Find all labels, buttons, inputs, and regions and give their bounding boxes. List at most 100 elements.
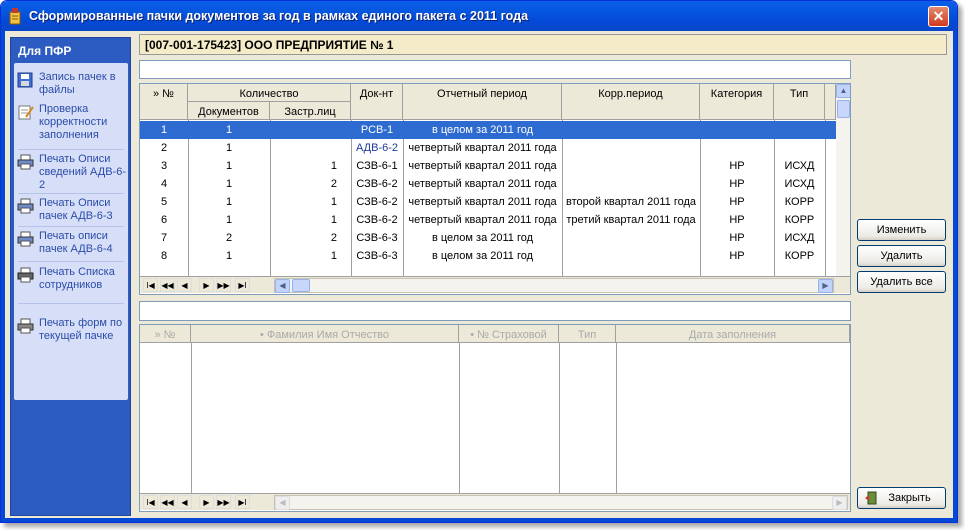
cell-insured: 1 xyxy=(330,160,337,172)
nav-prev-page-button[interactable]: ◀◀ xyxy=(160,278,175,292)
grid-line xyxy=(459,343,460,493)
left-panel-body: Запись пачек в файлы Проверка корректнос… xyxy=(14,63,128,400)
cell-type: ИСХД xyxy=(784,160,815,172)
print-forms-current-pack-link[interactable]: Печать форм по текущей пачке xyxy=(17,317,127,343)
print-adv-6-2-link[interactable]: Печать Описи сведений АДВ-6-2 xyxy=(17,153,127,192)
cell-type xyxy=(774,139,825,157)
cell-doc: СЗВ-6-3 xyxy=(356,250,398,262)
nav-next-button[interactable]: ▶ xyxy=(199,495,214,509)
delete-button[interactable]: Удалить xyxy=(857,245,946,267)
check-correctness-link[interactable]: Проверка корректности заполнения xyxy=(17,103,127,142)
col-header-fio[interactable]: • Фамилия Имя Отчество xyxy=(191,325,459,343)
cell-doc: АДВ-6-2 xyxy=(355,142,399,154)
col-header-quantity[interactable]: Количество xyxy=(188,84,351,102)
cell-category: НР xyxy=(729,214,745,226)
delete-all-button[interactable]: Удалить все xyxy=(857,271,946,293)
nav-next-page-button[interactable]: ▶▶ xyxy=(216,495,231,509)
cell-num: 8 xyxy=(160,250,168,262)
vertical-scrollbar[interactable]: ▲ xyxy=(836,84,850,276)
scroll-up-icon[interactable]: ▲ xyxy=(836,84,850,98)
window-title: Сформированные пачки документов за год в… xyxy=(29,9,529,23)
cell-num: 5 xyxy=(160,196,168,208)
col-header-doc[interactable]: Док-нт xyxy=(351,84,403,120)
scroll-right-icon[interactable]: ▶ xyxy=(832,496,847,510)
cell-docs: 1 xyxy=(225,124,233,136)
employees-nav-bar: I◀ ◀◀ ◀ ▶ ▶▶ ▶I ◀ ▶ xyxy=(140,493,850,510)
nav-prev-button[interactable]: ◀ xyxy=(177,278,192,292)
left-task-panel: Для ПФР Запись пачек в файлы Проверка ко… xyxy=(10,37,131,516)
floppy-disk-icon xyxy=(17,72,33,88)
print-employee-list-label: Печать Списка сотрудников xyxy=(39,266,115,291)
title-bar: Сформированные пачки документов за год в… xyxy=(1,1,957,31)
col-header-type[interactable]: Тип xyxy=(559,325,616,343)
scroll-left-icon[interactable]: ◀ xyxy=(275,279,290,293)
close-button[interactable]: Закрыть xyxy=(857,487,946,509)
col-header-documents[interactable]: Документов xyxy=(188,102,270,120)
cell-period: четвертый квартал 2011 года xyxy=(408,178,557,190)
packs-nav-bar: I◀ ◀◀ ◀ ▶ ▶▶ ▶I ◀ ▶ xyxy=(140,276,850,293)
col-header-type[interactable]: Тип xyxy=(774,84,825,120)
cell-corr-period xyxy=(562,121,700,139)
nav-first-button[interactable]: I◀ xyxy=(143,495,158,509)
grid-line xyxy=(559,343,560,493)
save-packs-to-files-link[interactable]: Запись пачек в файлы xyxy=(17,71,127,97)
cell-docs: 1 xyxy=(225,142,233,154)
nav-first-button[interactable]: I◀ xyxy=(143,278,158,292)
cell-docs: 1 xyxy=(225,160,233,172)
close-window-button[interactable]: ✕ xyxy=(928,6,949,27)
cell-insured: 2 xyxy=(330,232,337,244)
cell-category: НР xyxy=(729,250,745,262)
col-header-snils[interactable]: • № Страховой xyxy=(459,325,559,343)
cell-category: НР xyxy=(729,160,745,172)
col-header-num[interactable]: » № xyxy=(140,325,191,343)
cell-category xyxy=(700,139,774,157)
printer-icon xyxy=(17,154,34,170)
left-panel-title: Для ПФР xyxy=(18,44,72,58)
nav-last-button[interactable]: ▶I xyxy=(235,495,250,509)
horizontal-scrollbar[interactable]: ◀ ▶ xyxy=(274,495,848,510)
print-adv-6-4-link[interactable]: Печать описи пачек АДВ-6-4 xyxy=(17,230,127,256)
window-frame-left xyxy=(1,31,5,522)
scroll-right-icon[interactable]: ▶ xyxy=(818,279,833,293)
print-employee-list-link[interactable]: Печать Списка сотрудников xyxy=(17,266,127,292)
panel-divider xyxy=(18,193,124,194)
col-header-insured[interactable]: Застр.лиц xyxy=(270,102,351,120)
edit-button[interactable]: Изменить xyxy=(857,219,946,241)
bottom-filter-field[interactable] xyxy=(139,301,851,321)
cell-type: ИСХД xyxy=(784,232,815,244)
col-header-period[interactable]: Отчетный период xyxy=(403,84,562,120)
scroll-thumb[interactable] xyxy=(837,100,850,118)
print-adv-6-3-link[interactable]: Печать Описи пачек АДВ-6-3 xyxy=(17,197,127,223)
cell-period: в целом за 2011 год xyxy=(431,250,534,262)
horizontal-scrollbar[interactable]: ◀ ▶ xyxy=(274,278,834,293)
col-header-num[interactable]: » № xyxy=(140,84,188,120)
col-header-corr-period[interactable]: Корр.период xyxy=(562,84,700,120)
cell-corr-period: второй квартал 2011 года xyxy=(566,196,696,208)
employees-grid: » № • Фамилия Имя Отчество • № Страховой… xyxy=(139,324,851,512)
top-filter-field[interactable] xyxy=(139,60,851,79)
scroll-left-icon[interactable]: ◀ xyxy=(275,496,290,510)
col-header-category[interactable]: Категория xyxy=(700,84,774,120)
nav-prev-page-button[interactable]: ◀◀ xyxy=(160,495,175,509)
printer-icon xyxy=(17,198,34,214)
cell-docs: 1 xyxy=(225,178,233,190)
nav-next-page-button[interactable]: ▶▶ xyxy=(216,278,231,292)
col-header-date[interactable]: Дата заполнения xyxy=(616,325,850,343)
window-frame-right xyxy=(953,31,957,522)
cell-category: НР xyxy=(729,196,745,208)
print-adv-6-4-label: Печать описи пачек АДВ-6-4 xyxy=(39,230,113,255)
nav-last-button[interactable]: ▶I xyxy=(235,278,250,292)
nav-next-button[interactable]: ▶ xyxy=(199,278,214,292)
cell-doc: СЗВ-6-1 xyxy=(356,160,398,172)
cell-type xyxy=(774,121,825,139)
cell-type: ИСХД xyxy=(784,178,815,190)
cell-num: 7 xyxy=(160,232,168,244)
cell-doc: СЗВ-6-2 xyxy=(356,196,398,208)
app-icon xyxy=(9,8,21,25)
nav-prev-button[interactable]: ◀ xyxy=(177,495,192,509)
grid-line xyxy=(191,343,192,493)
cell-corr-period xyxy=(562,157,700,175)
printer-icon xyxy=(17,318,34,334)
panel-divider xyxy=(18,226,124,227)
scroll-thumb[interactable] xyxy=(292,279,310,292)
